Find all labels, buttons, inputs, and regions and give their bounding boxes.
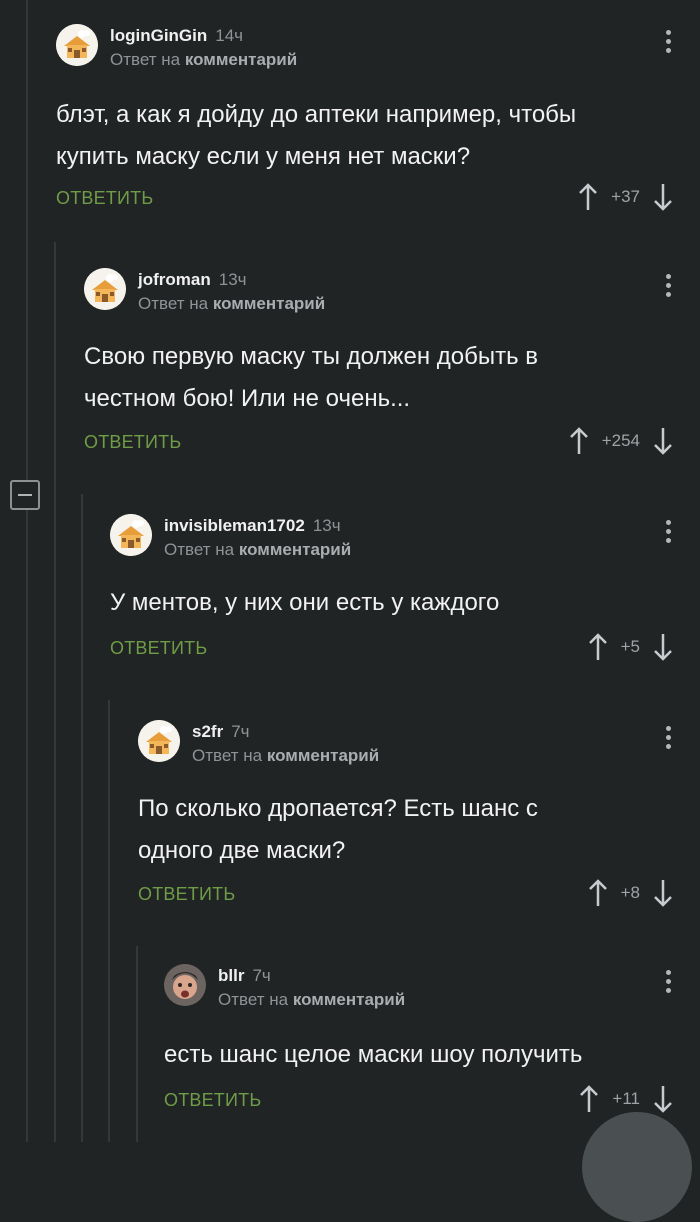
- reply-to-label: Ответ на комментарий: [192, 746, 380, 765]
- thread-line: [26, 0, 28, 1142]
- upvote-icon[interactable]: [578, 1084, 600, 1114]
- more-menu-icon[interactable]: [666, 520, 672, 547]
- downvote-icon[interactable]: [652, 1084, 674, 1114]
- comment-time: 7ч: [252, 966, 271, 985]
- user-avatar[interactable]: [138, 720, 180, 762]
- vote-count: +37: [611, 187, 640, 206]
- comment: bllr 7ч Ответ на комментарий есть шанс це…: [164, 964, 700, 1124]
- upvote-icon[interactable]: [577, 182, 599, 212]
- downvote-icon[interactable]: [652, 878, 674, 908]
- reply-to-label: Ответ на комментарий: [138, 294, 326, 313]
- reply-to-link[interactable]: комментарий: [185, 50, 297, 69]
- comment: s2fr 7ч Ответ на комментарий По сколько д…: [138, 720, 700, 920]
- comment: invisibleman1702 13ч Ответ на комментарий…: [110, 514, 700, 674]
- comment-text: блэт, а как я дойду до аптеки например, …: [56, 101, 577, 170]
- upvote-icon[interactable]: [587, 632, 609, 662]
- reply-button[interactable]: ОТВЕТИТЬ: [164, 1090, 261, 1111]
- reply-button[interactable]: ОТВЕТИТЬ: [138, 884, 235, 905]
- thread-line: [81, 494, 83, 1142]
- thread-line: [108, 700, 110, 1142]
- reply-to-link[interactable]: комментарий: [267, 746, 379, 765]
- reply-to-link[interactable]: комментарий: [213, 294, 325, 313]
- more-menu-icon[interactable]: [666, 970, 672, 997]
- comment-text: есть шанс целое маски шоу получить: [164, 1041, 583, 1068]
- username[interactable]: invisibleman1702 13ч: [164, 516, 341, 536]
- vote-controls: +11: [578, 1084, 674, 1114]
- comment: jofroman 13ч Ответ на комментарий Свою пе…: [84, 268, 700, 468]
- downvote-icon[interactable]: [652, 426, 674, 456]
- comment-text: Свою первую маску ты должен добыть в чест…: [84, 343, 539, 412]
- more-menu-icon[interactable]: [666, 726, 672, 753]
- vote-count: +11: [612, 1089, 640, 1108]
- upvote-icon[interactable]: [568, 426, 590, 456]
- downvote-icon[interactable]: [652, 182, 674, 212]
- floating-action-button[interactable]: [582, 1112, 692, 1222]
- username[interactable]: loginGinGin 14ч: [110, 26, 243, 46]
- reply-to-label: Ответ на комментарий: [164, 540, 352, 559]
- vote-count: +254: [601, 431, 640, 450]
- user-avatar[interactable]: [56, 24, 98, 66]
- user-avatar[interactable]: [84, 268, 126, 310]
- collapse-thread-button[interactable]: [10, 480, 40, 510]
- vote-count: +5: [620, 637, 640, 656]
- comment-text: У ментов, у них они есть у каждого: [110, 589, 500, 616]
- comment: loginGinGin 14ч Ответ на комментарий блэт…: [56, 24, 700, 224]
- vote-controls: +8: [587, 878, 674, 908]
- reply-to-link[interactable]: комментарий: [239, 540, 351, 559]
- reply-to-label: Ответ на комментарий: [110, 50, 298, 69]
- reply-to-label: Ответ на комментарий: [218, 990, 406, 1009]
- vote-controls: +37: [577, 182, 674, 212]
- reply-button[interactable]: ОТВЕТИТЬ: [56, 188, 153, 209]
- comment-time: 14ч: [215, 26, 244, 45]
- username[interactable]: bllr 7ч: [218, 966, 271, 986]
- user-avatar[interactable]: [110, 514, 152, 556]
- reply-button[interactable]: ОТВЕТИТЬ: [110, 638, 207, 659]
- reply-to-link[interactable]: комментарий: [293, 990, 405, 1009]
- vote-controls: +254: [568, 426, 674, 456]
- thread-line: [54, 242, 56, 1142]
- vote-count: +8: [620, 883, 640, 902]
- username[interactable]: s2fr 7ч: [192, 722, 250, 742]
- thread-line: [136, 946, 138, 1142]
- user-avatar[interactable]: [164, 964, 206, 1006]
- more-menu-icon[interactable]: [666, 30, 672, 57]
- comment-time: 13ч: [312, 516, 341, 535]
- more-menu-icon[interactable]: [666, 274, 672, 301]
- vote-controls: +5: [587, 632, 674, 662]
- comment-text: По сколько дропается? Есть шанс с одного …: [138, 795, 538, 864]
- comment-time: 13ч: [218, 270, 247, 289]
- reply-button[interactable]: ОТВЕТИТЬ: [84, 432, 181, 453]
- upvote-icon[interactable]: [587, 878, 609, 908]
- username[interactable]: jofroman 13ч: [138, 270, 247, 290]
- comment-time: 7ч: [231, 722, 250, 741]
- downvote-icon[interactable]: [652, 632, 674, 662]
